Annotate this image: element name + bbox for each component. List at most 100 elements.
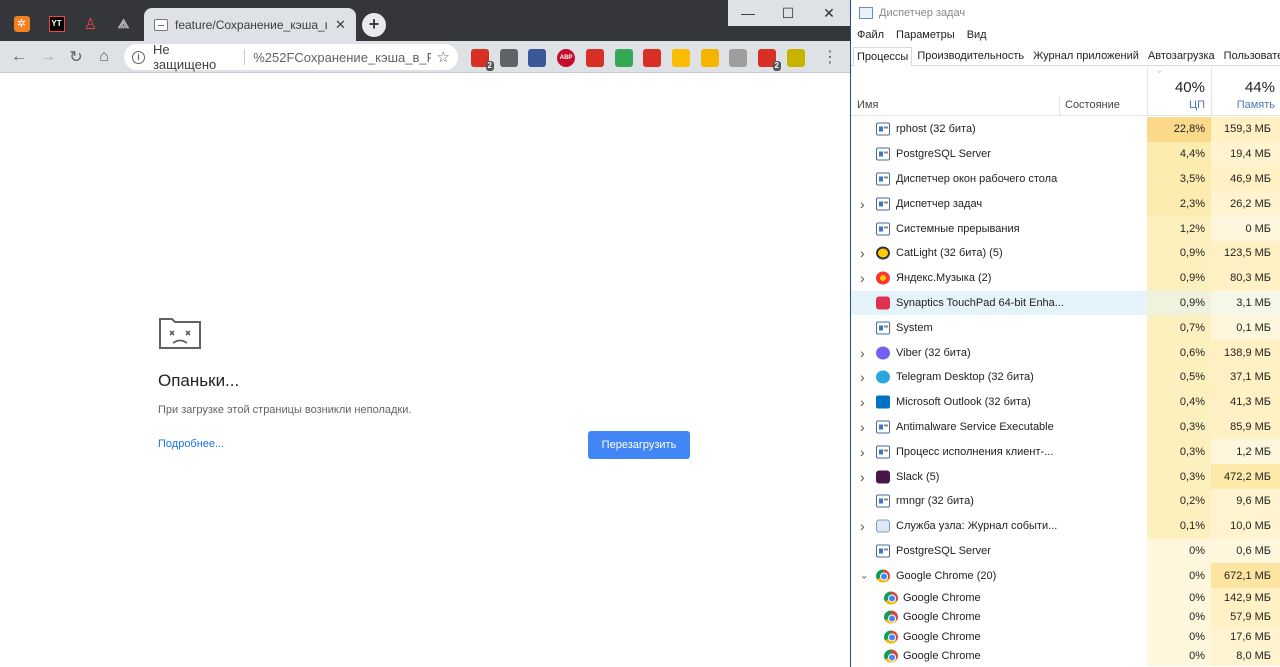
- memory-value: 672,1 МБ: [1211, 563, 1280, 589]
- process-row[interactable]: Системные прерывания 1,2% 0 МБ: [851, 216, 1280, 241]
- menu-button[interactable]: ⋮: [819, 46, 841, 68]
- sphere-ext-icon[interactable]: [729, 49, 748, 67]
- process-row[interactable]: › Процесс исполнения клиент-... 0,3% 1,2 МБ: [851, 439, 1280, 465]
- cpu-value: 0,1%: [1147, 513, 1211, 539]
- tab-users[interactable]: Пользовате: [1220, 46, 1280, 65]
- tab-close-icon[interactable]: ✕: [335, 17, 346, 33]
- process-row[interactable]: › Viber (32 бита) 0,6% 138,9 МБ: [851, 340, 1280, 365]
- target-ext-icon[interactable]: [643, 49, 662, 67]
- url-text[interactable]: %252FCохранение_кэша_в_PC/: [253, 50, 430, 65]
- avatar-ext-icon[interactable]: [786, 49, 805, 67]
- window-app-icon: [876, 222, 890, 236]
- process-child-row[interactable]: Google Chrome 0% 57,9 МБ: [851, 607, 1280, 628]
- process-row[interactable]: rmngr (32 бита) 0,2% 9,6 МБ: [851, 488, 1280, 514]
- cloud-ext-icon[interactable]: [585, 49, 604, 67]
- image-ext-icon[interactable]: [528, 49, 547, 67]
- process-child-row[interactable]: Google Chrome 0% 142,9 МБ: [851, 588, 1280, 608]
- chevron-right-icon[interactable]: ›: [860, 419, 865, 435]
- memory-value: 3,1 МБ: [1211, 290, 1280, 316]
- reload-button[interactable]: Перезагрузить: [588, 431, 690, 459]
- process-row[interactable]: System 0,7% 0,1 МБ: [851, 315, 1280, 341]
- process-row[interactable]: Диспетчер окон рабочего стола 3,5% 46,9 МБ: [851, 166, 1280, 192]
- process-name: PostgreSQL Server: [896, 544, 991, 557]
- pinned-tab-4[interactable]: ⟁: [108, 6, 139, 41]
- omnibox[interactable]: i Не защищено %252FCохранение_кэша_в_PC/…: [124, 42, 458, 72]
- process-row[interactable]: › CatLight (32 бита) (5) 0,9% 123,5 МБ: [851, 240, 1280, 266]
- tab-app-history[interactable]: Журнал приложений: [1029, 46, 1143, 65]
- process-name: Процесс исполнения клиент-...: [896, 445, 1054, 458]
- user-icon: ♙: [83, 15, 98, 33]
- name-cell: › Slack (5): [851, 464, 1147, 489]
- viber-icon: [876, 346, 890, 360]
- menu-view[interactable]: Вид: [967, 29, 987, 41]
- process-row[interactable]: ⌄ Google Chrome (20) 0% 672,1 МБ: [851, 563, 1280, 589]
- pinned-tab-2[interactable]: YT: [41, 6, 72, 41]
- process-row[interactable]: › Яндекс.Музыка (2) 0,9% 80,3 МБ: [851, 265, 1280, 291]
- name-cell: PostgreSQL Server: [851, 539, 1147, 564]
- back-button[interactable]: ←: [8, 46, 30, 68]
- tab-performance[interactable]: Производительность: [913, 46, 1028, 65]
- column-memory[interactable]: 44% Память: [1211, 66, 1280, 116]
- menu-file[interactable]: Файл: [857, 29, 884, 41]
- process-child-row[interactable]: Google Chrome 0% 17,6 МБ: [851, 627, 1280, 647]
- chevron-right-icon[interactable]: ›: [860, 245, 865, 261]
- tab-feature[interactable]: feature/Сохранение_кэша_в_PC ✕: [144, 8, 356, 41]
- chevron-right-icon[interactable]: ›: [860, 270, 865, 286]
- column-name[interactable]: Имя: [857, 99, 878, 111]
- tab-processes[interactable]: Процессы: [853, 47, 913, 66]
- column-divider[interactable]: [1059, 96, 1060, 116]
- memory-value: 1,2 МБ: [1211, 439, 1280, 465]
- process-row[interactable]: › Диспетчер задач 2,3% 26,2 МБ: [851, 191, 1280, 217]
- new-tab-button[interactable]: +: [362, 13, 386, 37]
- process-child-row[interactable]: Google Chrome 0% 8,0 МБ: [851, 646, 1280, 667]
- calendar-ext-icon[interactable]: 2: [471, 49, 494, 71]
- chevron-right-icon[interactable]: ›: [860, 196, 865, 212]
- chevron-right-icon[interactable]: ›: [860, 444, 865, 460]
- chrome-icon: [884, 630, 898, 644]
- process-row[interactable]: PostgreSQL Server 0% 0,6 МБ: [851, 538, 1280, 564]
- info-ext-icon[interactable]: [671, 49, 690, 67]
- 1c-ext-icon[interactable]: [700, 49, 719, 67]
- process-row[interactable]: rphost (32 бита) 22,8% 159,3 МБ: [851, 117, 1280, 142]
- minimize-button[interactable]: —: [728, 0, 768, 26]
- process-row[interactable]: › Antimalware Service Executable 0,3% 85,9 …: [851, 414, 1280, 440]
- bookmark-star-icon[interactable]: ☆: [437, 48, 450, 66]
- column-state[interactable]: Состояние: [1065, 99, 1120, 111]
- process-row[interactable]: PostgreSQL Server 4,4% 19,4 МБ: [851, 141, 1280, 167]
- process-row[interactable]: › Slack (5) 0,3% 472,2 МБ: [851, 464, 1280, 489]
- cpu-value: 0,5%: [1147, 364, 1211, 390]
- close-window-button[interactable]: ✕: [808, 0, 850, 26]
- forward-button[interactable]: →: [37, 46, 59, 68]
- home-icon: ⌂: [99, 48, 109, 65]
- memory-value: 9,6 МБ: [1211, 488, 1280, 514]
- pinned-tab-1[interactable]: ✲: [6, 6, 37, 41]
- process-row[interactable]: › Microsoft Outlook (32 бита) 0,4% 41,3 МБ: [851, 389, 1280, 415]
- cpu-value: 0,3%: [1147, 414, 1211, 440]
- reload-toolbar-button[interactable]: ↻: [65, 46, 87, 68]
- home-button[interactable]: ⌂: [93, 46, 115, 68]
- name-cell: › Microsoft Outlook (32 бита): [851, 390, 1147, 415]
- chevron-right-icon[interactable]: ›: [860, 345, 865, 361]
- chevron-right-icon[interactable]: ›: [860, 369, 865, 385]
- abp-ext-icon[interactable]: ABP: [557, 49, 576, 67]
- info-icon[interactable]: i: [132, 50, 145, 64]
- details-link[interactable]: Подробнее...: [158, 438, 224, 450]
- process-row[interactable]: Synaptics TouchPad 64-bit Enha... 0,9% 3,1…: [851, 290, 1280, 316]
- process-row[interactable]: › Служба узла: Журнал событи... 0,1% 10,0 М…: [851, 513, 1280, 539]
- menu-options[interactable]: Параметры: [896, 29, 955, 41]
- tab-startup[interactable]: Автозагрузка: [1144, 46, 1219, 65]
- pocket-ext-icon[interactable]: [499, 49, 518, 67]
- chevron-right-icon[interactable]: ›: [860, 518, 865, 534]
- chevron-right-icon[interactable]: ›: [860, 469, 865, 485]
- mail-ext-icon[interactable]: 2: [758, 49, 781, 71]
- chevron-right-icon[interactable]: ›: [860, 394, 865, 410]
- pinned-tab-3[interactable]: ♙: [75, 6, 106, 41]
- column-cpu[interactable]: ˇ 40% ЦП: [1147, 66, 1211, 116]
- task-manager-icon: [859, 7, 873, 19]
- maximize-button[interactable]: ☐: [768, 0, 808, 26]
- cpu-value: 4,4%: [1147, 141, 1211, 167]
- flag-ext-icon[interactable]: [614, 49, 633, 67]
- chrome-window: ✲ YT ♙ ⟁ feature/Сохранение_кэша_в_PC ✕ …: [0, 0, 850, 667]
- process-row[interactable]: › Telegram Desktop (32 бита) 0,5% 37,1 МБ: [851, 364, 1280, 390]
- chevron-down-icon[interactable]: ⌄: [860, 570, 868, 581]
